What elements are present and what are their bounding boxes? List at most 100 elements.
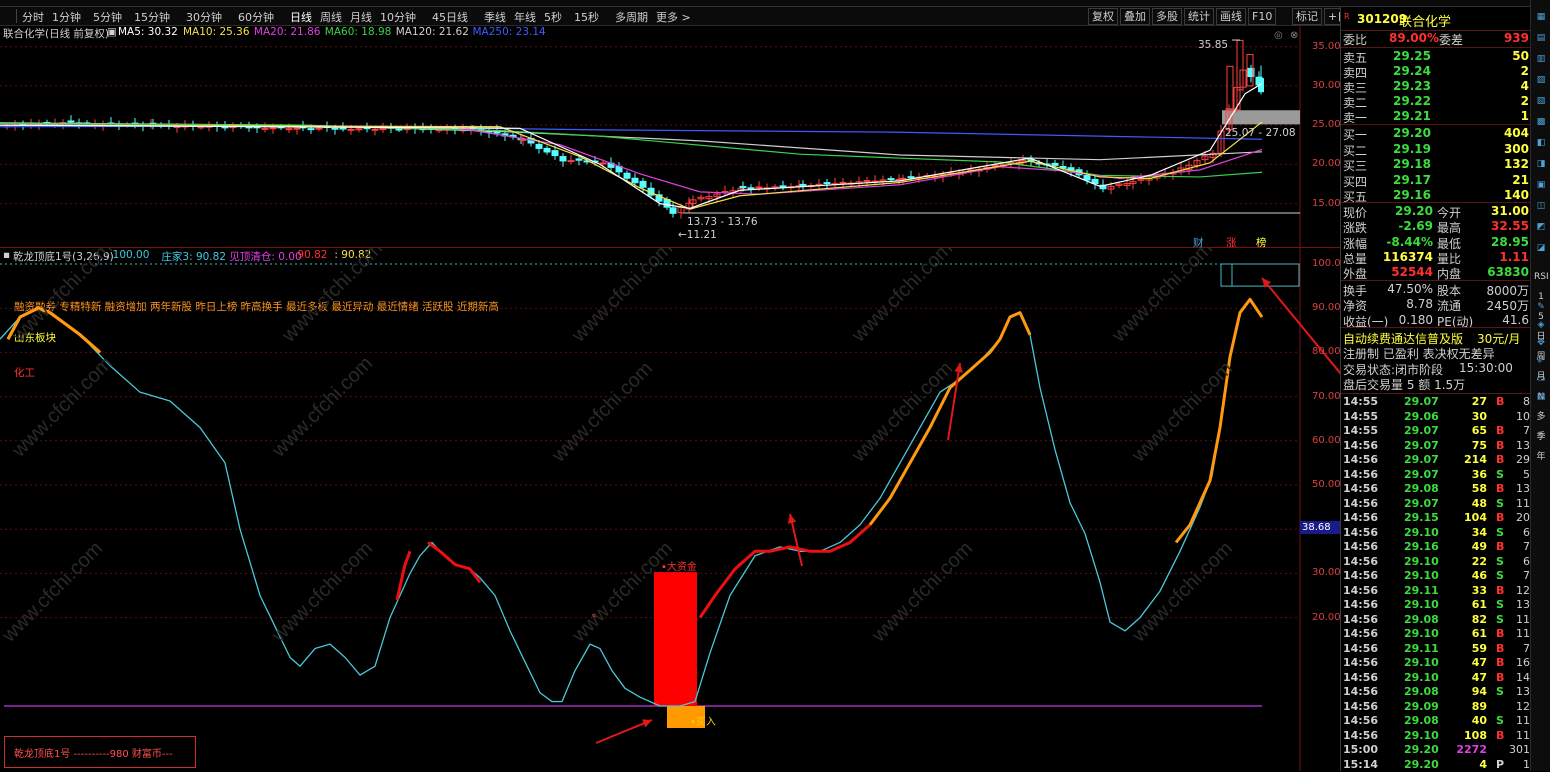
bid-label: 买一 xyxy=(1343,126,1367,143)
candle-body xyxy=(198,127,204,128)
bid-row[interactable]: 买三29.18132 xyxy=(1341,157,1531,172)
tick-row: 14:5629.0775B13 xyxy=(1341,439,1531,454)
kline-y-tick: 25.00 xyxy=(1312,119,1341,130)
toolbar-button[interactable]: 叠加 xyxy=(1120,8,1150,25)
bid-row[interactable]: 买二29.19300 xyxy=(1341,142,1531,157)
strip-label[interactable]: 年 xyxy=(1534,450,1548,464)
watermark-text: www.cfchi.com xyxy=(277,248,387,347)
tick-time: 14:56 xyxy=(1343,627,1378,640)
toolbar-button[interactable]: 标记 xyxy=(1292,8,1322,25)
tick-row: 14:5629.0748S11 xyxy=(1341,497,1531,512)
candle-body xyxy=(68,121,74,122)
candle-body xyxy=(640,181,646,187)
strip-tool-icon[interactable]: ▨ xyxy=(1534,73,1548,87)
strip-draw-icon[interactable]: ✥ xyxy=(1534,336,1548,350)
tick-time: 14:56 xyxy=(1343,482,1378,495)
tick-row: 14:5629.15104B20 xyxy=(1341,511,1531,526)
ask-volume: 1 xyxy=(1521,109,1529,123)
chart-settings-icon[interactable]: ◎ xyxy=(1274,30,1283,41)
strip-tool-icon[interactable]: ▩ xyxy=(1534,115,1548,129)
tick-count: 16 xyxy=(1516,656,1530,669)
toolbar-button[interactable]: 复权 xyxy=(1088,8,1118,25)
ask-row[interactable]: 卖二29.222 xyxy=(1341,94,1531,109)
stat-row: 涨跌-2.69最高32.55 xyxy=(1341,219,1531,234)
stock-name: 联合化学 xyxy=(1399,11,1451,30)
tick-row: 14:5629.1022S6 xyxy=(1341,555,1531,570)
strip-tool-icon[interactable]: ▧ xyxy=(1534,94,1548,108)
strip-tool-icon[interactable]: ▥ xyxy=(1534,52,1548,66)
period-tab[interactable]: 15秒 xyxy=(574,9,599,25)
strip-draw-icon[interactable]: ✎ xyxy=(1534,300,1548,314)
ask-row[interactable]: 卖三29.234 xyxy=(1341,79,1531,94)
period-tab[interactable]: 日线 xyxy=(290,9,312,25)
strip-tool-icon[interactable]: ◨ xyxy=(1534,157,1548,171)
toolbar-button[interactable]: 统计 xyxy=(1184,8,1214,25)
strip-tool-icon[interactable]: ▤ xyxy=(1534,31,1548,45)
period-tab[interactable]: 60分钟 xyxy=(238,9,274,25)
bid-volume: 132 xyxy=(1504,157,1529,171)
strip-tool-icon[interactable]: ▦ xyxy=(1534,10,1548,24)
period-tab[interactable]: 多周期 xyxy=(615,9,648,25)
period-tab[interactable]: 季线 xyxy=(484,9,506,25)
period-tab[interactable]: 1分钟 xyxy=(52,9,81,25)
tick-time: 14:55 xyxy=(1343,424,1378,437)
strip-draw-icon[interactable]: ▭ xyxy=(1534,372,1548,386)
chart-close-icon[interactable]: ⊗ xyxy=(1290,30,1298,41)
period-tab[interactable]: 周线 xyxy=(320,9,342,25)
period-tab[interactable]: 更多 > xyxy=(656,9,691,25)
period-tab[interactable]: 45日线 xyxy=(432,9,468,25)
toolbar-button[interactable]: 多股 xyxy=(1152,8,1182,25)
ask-row[interactable]: 卖一29.211 xyxy=(1341,109,1531,124)
candle-body xyxy=(560,157,566,161)
fund-value: 8.78 xyxy=(1406,297,1433,311)
strip-tool-icon[interactable]: ◪ xyxy=(1534,241,1548,255)
toolbar-button[interactable]: F10 xyxy=(1248,8,1276,25)
period-tab[interactable]: 年线 xyxy=(514,9,536,25)
indicator-chart[interactable]: ▪乾龙顶底1号(3,26,9): 100.00庄家3: 90.82见顶清仓: 0… xyxy=(0,248,1340,771)
fund-value: 47.50% xyxy=(1387,282,1433,296)
strip-tool-icon[interactable]: ◧ xyxy=(1534,136,1548,150)
strip-draw-icon[interactable]: ✐ xyxy=(1534,354,1548,368)
bid-row[interactable]: 买五29.16140 xyxy=(1341,188,1531,203)
tick-side: P xyxy=(1496,758,1504,771)
tick-time: 14:56 xyxy=(1343,468,1378,481)
toolbar-button[interactable]: 画线 xyxy=(1216,8,1246,25)
tick-count: 11 xyxy=(1516,714,1530,727)
period-tab[interactable]: 30分钟 xyxy=(186,9,222,25)
kline-chart[interactable]: 联合化学(日线 前复权) ▣MA5: 30.32MA10: 25.36MA20:… xyxy=(0,25,1340,248)
bid-row[interactable]: 买四29.1721 xyxy=(1341,173,1531,188)
ask-row[interactable]: 卖五29.2550 xyxy=(1341,49,1531,64)
period-tab[interactable]: 15分钟 xyxy=(134,9,170,25)
strip-tool-icon[interactable]: ◩ xyxy=(1534,220,1548,234)
period-tab[interactable]: 5秒 xyxy=(544,9,562,25)
candle-body xyxy=(568,161,574,162)
tick-time: 14:55 xyxy=(1343,395,1378,408)
tick-row: 14:5529.0727B8 xyxy=(1341,395,1531,410)
bid-row[interactable]: 买一29.20404 xyxy=(1341,126,1531,141)
strip-draw-icon[interactable]: ◈ xyxy=(1534,318,1548,332)
tick-time: 14:56 xyxy=(1343,700,1378,713)
tick-price: 29.10 xyxy=(1404,569,1439,582)
tick-row: 14:5629.1047B14 xyxy=(1341,671,1531,686)
tick-volume: 58 xyxy=(1472,482,1487,495)
tick-time: 14:56 xyxy=(1343,613,1378,626)
tick-side: B xyxy=(1496,671,1504,684)
watermark-text: www.cfchi.com xyxy=(1127,537,1237,647)
strip-label[interactable]: 季 xyxy=(1534,430,1548,444)
period-tab[interactable]: 月线 xyxy=(350,9,372,25)
period-tab[interactable]: 分时 xyxy=(22,9,44,25)
tick-count: 11 xyxy=(1516,497,1530,510)
strip-draw-icon[interactable]: ▤ xyxy=(1534,390,1548,404)
candle-body xyxy=(270,128,276,129)
strip-tool-icon[interactable]: ▣ xyxy=(1534,178,1548,192)
ask-row[interactable]: 卖四29.242 xyxy=(1341,64,1531,79)
period-tab[interactable]: 5分钟 xyxy=(93,9,122,25)
webi-label: 委比 xyxy=(1343,31,1367,48)
indicator-series-cyan xyxy=(0,299,1262,706)
period-tab[interactable]: 10分钟 xyxy=(380,9,416,25)
strip-tool-icon[interactable]: ◫ xyxy=(1534,199,1548,213)
tick-volume: 61 xyxy=(1472,627,1487,640)
tick-side: B xyxy=(1496,482,1504,495)
strip-label[interactable]: 多 xyxy=(1534,410,1548,424)
strip-label[interactable]: RSI xyxy=(1534,270,1548,284)
